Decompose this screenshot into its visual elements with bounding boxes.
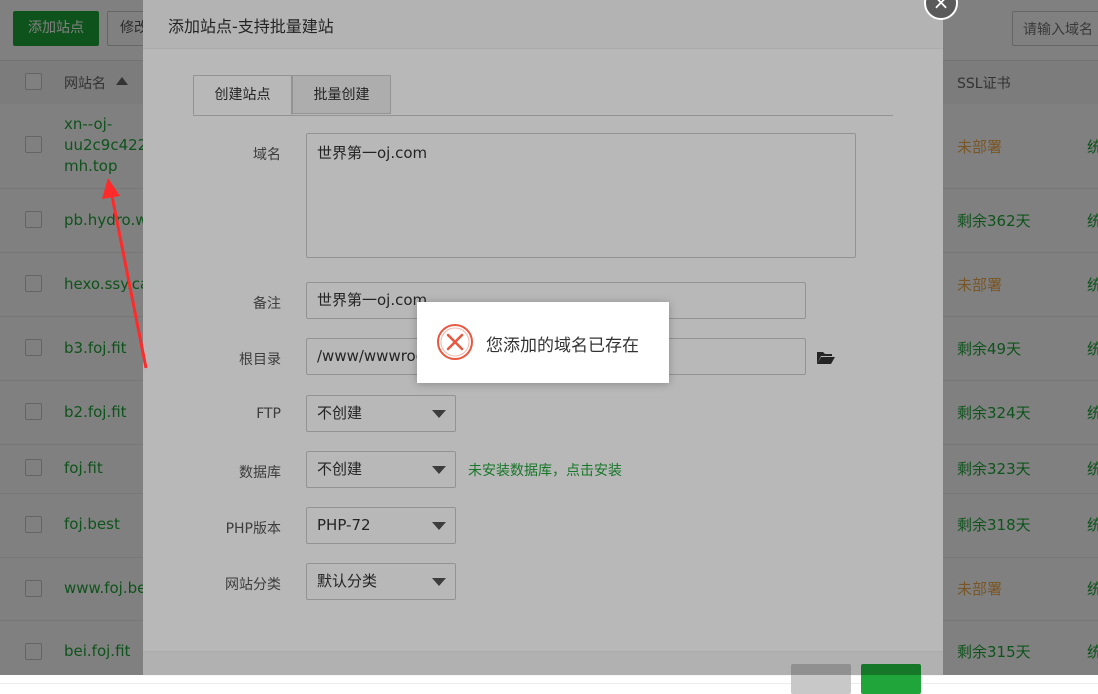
toast-message: 您添加的域名已存在 bbox=[486, 336, 639, 356]
error-toast: 您添加的域名已存在 bbox=[417, 302, 669, 383]
error-circle-icon bbox=[437, 324, 473, 360]
